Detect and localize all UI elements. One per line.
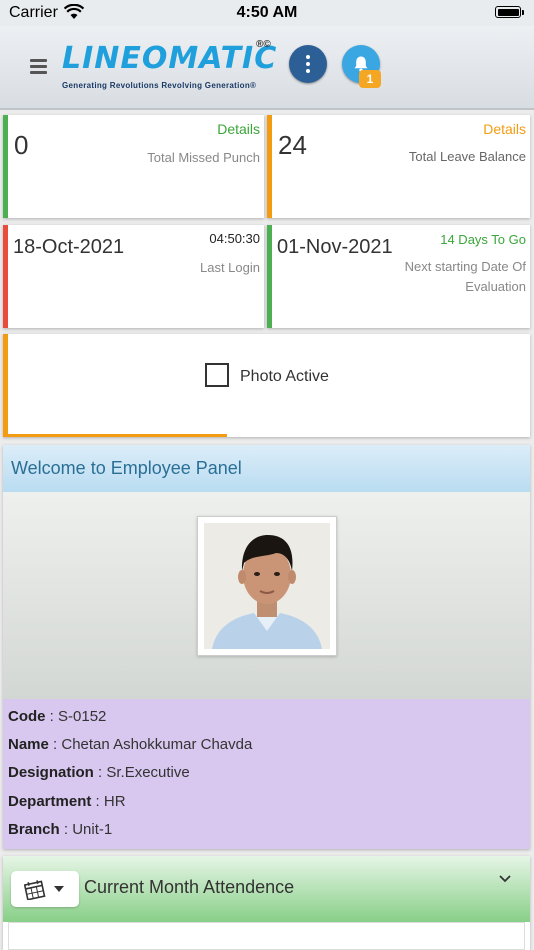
employee-photo-frame xyxy=(197,516,337,656)
lineomatic-logo: LINEOMATIC ®© Generating Revolutions Rev… xyxy=(62,39,276,97)
photo-active-checkbox[interactable] xyxy=(205,363,229,387)
photo-active-card: Photo Active xyxy=(3,334,530,437)
calendar-icon xyxy=(24,880,46,900)
employee-panel-header: Welcome to Employee Panel xyxy=(3,445,530,493)
attendance-header[interactable]: Current Month Attendence xyxy=(3,856,530,922)
evaluation-label-line2: Evaluation xyxy=(465,279,526,294)
missed-punch-details-link[interactable]: Details xyxy=(217,121,260,137)
field-value: HR xyxy=(103,793,126,810)
status-bar: Carrier 4:50 AM xyxy=(0,0,534,26)
missed-punch-label: Total Missed Punch xyxy=(147,150,260,165)
leave-balance-details-link[interactable]: Details xyxy=(483,121,526,137)
clock: 4:50 AM xyxy=(236,4,298,21)
notification-badge: 1 xyxy=(359,70,381,88)
field-key: Department xyxy=(8,793,92,810)
evaluation-countdown: 14 Days To Go xyxy=(440,232,526,247)
missed-punch-value: 0 xyxy=(14,130,29,160)
leave-balance-label: Total Leave Balance xyxy=(408,149,526,164)
battery-tip xyxy=(522,10,524,15)
caret-down-icon xyxy=(54,886,64,892)
employee-photo-area xyxy=(3,492,530,699)
employee-branch-row: Branch : Unit-1 xyxy=(8,821,113,838)
last-login-time: 04:50:30 xyxy=(209,231,260,246)
chevron-down-icon[interactable] xyxy=(498,874,512,884)
battery-icon xyxy=(495,6,521,18)
calendar-dropdown-button[interactable] xyxy=(11,871,79,907)
missed-punch-card: 0 Details Total Missed Punch xyxy=(3,115,264,218)
field-key: Code xyxy=(8,708,46,725)
photo-active-progress-bar xyxy=(8,434,228,437)
attendance-panel: Current Month Attendence xyxy=(3,856,530,950)
attendance-body xyxy=(8,922,525,950)
employee-panel-title: Welcome to Employee Panel xyxy=(11,458,242,478)
field-value: Unit-1 xyxy=(72,821,113,838)
field-key: Branch xyxy=(8,821,60,838)
leave-balance-value: 24 xyxy=(278,130,307,160)
logo-mark: ®© xyxy=(256,39,271,50)
app-header: LINEOMATIC ®© Generating Revolutions Rev… xyxy=(0,26,534,110)
field-value: Chetan Ashokkumar Chavda xyxy=(61,736,253,753)
field-key: Designation xyxy=(8,764,94,781)
employee-photo xyxy=(204,523,330,649)
evaluation-label-line1: Next starting Date Of xyxy=(404,259,526,274)
logo-wordmark: LINEOMATIC xyxy=(62,41,278,76)
last-login-card: 18-Oct-2021 04:50:30 Last Login xyxy=(3,225,264,328)
last-login-label: Last Login xyxy=(200,260,260,275)
attendance-title: Current Month Attendence xyxy=(84,877,295,897)
logo-tagline: Generating Revolutions Revolving Generat… xyxy=(62,81,257,90)
employee-info: Code : S-0152 Name : Chetan Ashokkumar C… xyxy=(3,699,530,849)
hamburger-menu-icon[interactable] xyxy=(30,59,47,74)
evaluation-card: 01-Nov-2021 14 Days To Go Next starting … xyxy=(267,225,530,328)
evaluation-date: 01-Nov-2021 xyxy=(277,236,393,258)
last-login-date: 18-Oct-2021 xyxy=(13,236,125,258)
employee-designation-row: Designation : Sr.Executive xyxy=(8,764,190,781)
photo-active-label: Photo Active xyxy=(240,368,329,385)
employee-department-row: Department : HR xyxy=(8,793,126,810)
leave-balance-card: 24 Details Total Leave Balance xyxy=(267,115,530,218)
field-value: S-0152 xyxy=(58,708,107,725)
more-options-button[interactable] xyxy=(289,45,327,83)
employee-name-row: Name : Chetan Ashokkumar Chavda xyxy=(8,736,253,753)
employee-panel: Welcome to Employee Panel Code: S-0152 … xyxy=(3,445,530,849)
employee-code-row: Code : S-0152 xyxy=(8,708,107,725)
field-key: Name xyxy=(8,736,49,753)
field-value: Sr.Executive xyxy=(106,764,190,781)
